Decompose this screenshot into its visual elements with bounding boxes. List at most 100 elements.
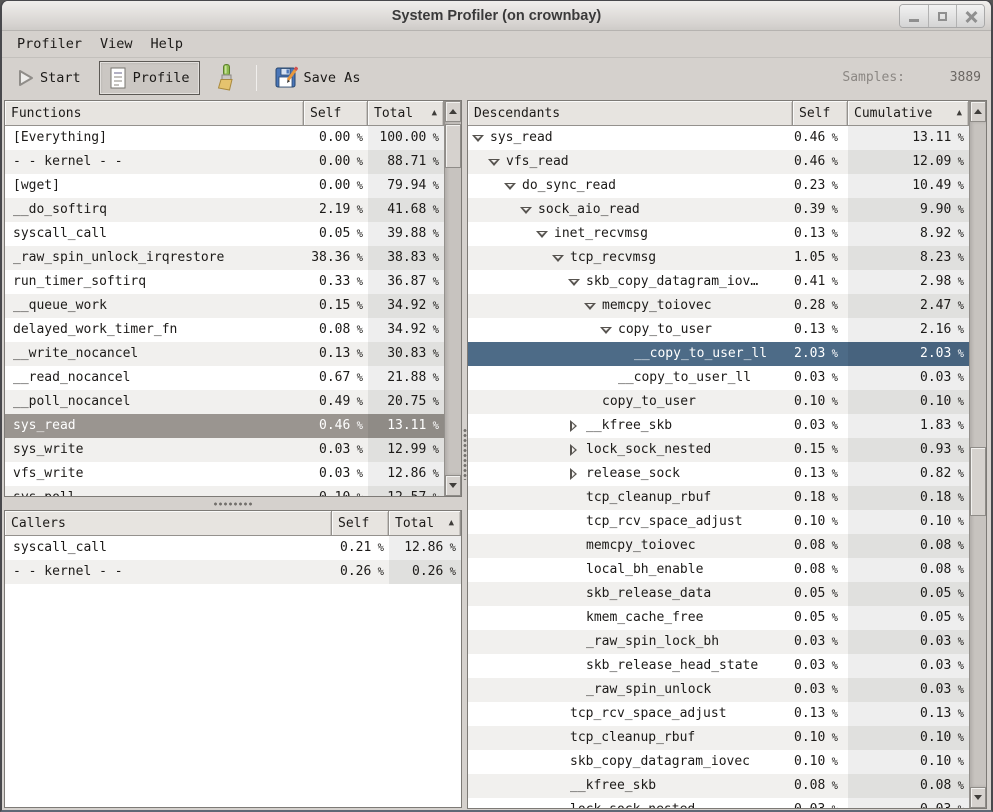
close-button[interactable] [956, 5, 984, 27]
table-row[interactable]: sys_write0.03 %12.99 % [5, 438, 444, 462]
table-row[interactable]: __poll_nocancel0.49 %20.75 % [5, 390, 444, 414]
tree-row[interactable]: tcp_rcv_space_adjust0.13 %0.13 % [468, 702, 969, 726]
column-header-self[interactable]: Self [304, 101, 368, 126]
table-row[interactable]: __read_nocancel0.67 %21.88 % [5, 366, 444, 390]
table-row[interactable]: syscall_call0.21 %12.86 % [5, 536, 461, 560]
tree-row[interactable]: tcp_cleanup_rbuf0.18 %0.18 % [468, 486, 969, 510]
table-row[interactable]: sys_read0.46 %13.11 % [5, 414, 444, 438]
tree-row[interactable]: lock_sock_nested0.15 %0.93 % [468, 438, 969, 462]
maximize-button[interactable] [928, 5, 956, 27]
expander-open-icon[interactable] [520, 198, 532, 222]
tree-row[interactable]: release_sock0.13 %0.82 % [468, 462, 969, 486]
descendants-scrollbar[interactable] [969, 101, 986, 808]
minimize-button[interactable] [900, 5, 928, 27]
table-row[interactable]: vfs_write0.03 %12.86 % [5, 462, 444, 486]
titlebar[interactable]: System Profiler (on crownbay) [2, 1, 991, 31]
table-row[interactable]: delayed_work_timer_fn0.08 %34.92 % [5, 318, 444, 342]
menu-view[interactable]: View [91, 33, 142, 55]
expander-open-icon[interactable] [600, 318, 612, 342]
expander-open-icon[interactable] [552, 246, 564, 270]
scroll-down-button[interactable] [970, 787, 986, 808]
tree-row[interactable]: __kfree_skb0.03 %1.83 % [468, 414, 969, 438]
table-row[interactable]: syscall_call0.05 %39.88 % [5, 222, 444, 246]
profile-toggle-button[interactable]: Profile [99, 61, 200, 95]
scrollbar-track[interactable] [970, 122, 986, 787]
table-row[interactable]: - - kernel - -0.00 %88.71 % [5, 150, 444, 174]
tree-row[interactable]: __copy_to_user_ll0.03 %0.03 % [468, 366, 969, 390]
sort-ascending-icon: ▲ [426, 108, 437, 118]
table-row[interactable]: - - kernel - -0.26 %0.26 % [5, 560, 461, 584]
expander-open-icon[interactable] [584, 294, 596, 318]
column-header-label: Total [374, 106, 413, 121]
tree-row[interactable]: memcpy_toiovec0.28 %2.47 % [468, 294, 969, 318]
tree-row[interactable]: tcp_recvmsg1.05 %8.23 % [468, 246, 969, 270]
column-header-functions[interactable]: Functions [5, 101, 304, 126]
percent-sign: % [825, 180, 838, 192]
table-row[interactable]: __do_softirq2.19 %41.68 % [5, 198, 444, 222]
scroll-down-button[interactable] [445, 475, 461, 496]
functions-scrollbar[interactable] [444, 101, 461, 496]
tree-row[interactable]: __kfree_skb0.08 %0.08 % [468, 774, 969, 798]
percent-sign: % [951, 420, 964, 432]
percent-sign: % [443, 566, 456, 578]
expander-open-icon[interactable] [488, 150, 500, 174]
tree-row[interactable]: tcp_cleanup_rbuf0.10 %0.10 % [468, 726, 969, 750]
column-header-cumulative[interactable]: Cumulative▲ [848, 101, 969, 126]
column-header-self[interactable]: Self [793, 101, 848, 126]
column-header-self[interactable]: Self [332, 511, 389, 536]
table-row[interactable]: __write_nocancel0.13 %30.83 % [5, 342, 444, 366]
tree-row[interactable]: tcp_rcv_space_adjust0.10 %0.10 % [468, 510, 969, 534]
tree-row[interactable]: __copy_to_user_ll2.03 %2.03 % [468, 342, 969, 366]
function-name: skb_release_head_state [586, 654, 758, 678]
tree-row[interactable]: inet_recvmsg0.13 %8.92 % [468, 222, 969, 246]
expander-collapsed-icon[interactable] [568, 414, 580, 438]
tree-row[interactable]: skb_copy_datagram_iov…0.41 %2.98 % [468, 270, 969, 294]
column-header-total[interactable]: Total ▲ [368, 101, 444, 126]
tree-row[interactable]: vfs_read0.46 %12.09 % [468, 150, 969, 174]
scrollbar-thumb[interactable] [445, 124, 461, 168]
tree-row[interactable]: skb_release_data0.05 %0.05 % [468, 582, 969, 606]
table-row[interactable]: [Everything]0.00 %100.00 % [5, 126, 444, 150]
column-header-descendants[interactable]: Descendants [468, 101, 793, 126]
tree-row[interactable]: copy_to_user0.13 %2.16 % [468, 318, 969, 342]
expander-open-icon[interactable] [472, 126, 484, 150]
expander-collapsed-icon[interactable] [568, 462, 580, 486]
tree-row[interactable]: sys_read0.46 %13.11 % [468, 126, 969, 150]
expander-open-icon[interactable] [536, 222, 548, 246]
tree-row[interactable]: skb_release_head_state0.03 %0.03 % [468, 654, 969, 678]
tree-row[interactable]: local_bh_enable0.08 %0.08 % [468, 558, 969, 582]
tree-row[interactable]: do_sync_read0.23 %10.49 % [468, 174, 969, 198]
column-header-callers[interactable]: Callers [5, 511, 332, 536]
percent-sign: % [350, 348, 363, 360]
scroll-up-button[interactable] [445, 101, 461, 122]
scrollbar-thumb[interactable] [970, 447, 986, 516]
tree-row[interactable]: copy_to_user0.10 %0.10 % [468, 390, 969, 414]
tree-row[interactable]: skb_copy_datagram_iovec0.10 %0.10 % [468, 750, 969, 774]
table-row[interactable]: [wget]0.00 %79.94 % [5, 174, 444, 198]
pane-splitter-horizontal[interactable] [4, 497, 462, 510]
table-row[interactable]: __queue_work0.15 %34.92 % [5, 294, 444, 318]
cell-self: 0.03 % [304, 462, 368, 486]
expander-open-icon[interactable] [568, 270, 580, 294]
menu-help[interactable]: Help [142, 33, 193, 55]
start-button[interactable]: Start [10, 65, 89, 91]
tree-row[interactable]: lock_sock_nested0.03 %0.03 % [468, 798, 969, 808]
tree-row[interactable]: _raw_spin_unlock0.03 %0.03 % [468, 678, 969, 702]
tree-row[interactable]: sock_aio_read0.39 %9.90 % [468, 198, 969, 222]
tree-row[interactable]: _raw_spin_lock_bh0.03 %0.03 % [468, 630, 969, 654]
table-row[interactable]: _raw_spin_unlock_irqrestore38.36 %38.83 … [5, 246, 444, 270]
tree-row[interactable]: memcpy_toiovec0.08 %0.08 % [468, 534, 969, 558]
tree-indent [468, 498, 568, 499]
table-row[interactable]: sys_poll0.10 %12.57 % [5, 486, 444, 496]
expander-open-icon[interactable] [504, 174, 516, 198]
reset-button[interactable] [206, 60, 246, 95]
scroll-up-button[interactable] [970, 101, 986, 122]
expander-collapsed-icon[interactable] [568, 438, 580, 462]
scrollbar-track[interactable] [445, 122, 461, 475]
cell-cumulative: 0.03 % [848, 366, 969, 390]
table-row[interactable]: run_timer_softirq0.33 %36.87 % [5, 270, 444, 294]
column-header-total[interactable]: Total▲ [389, 511, 461, 536]
tree-row[interactable]: kmem_cache_free0.05 %0.05 % [468, 606, 969, 630]
save-as-button[interactable]: Save As [267, 62, 369, 93]
menu-profiler[interactable]: Profiler [8, 33, 91, 55]
